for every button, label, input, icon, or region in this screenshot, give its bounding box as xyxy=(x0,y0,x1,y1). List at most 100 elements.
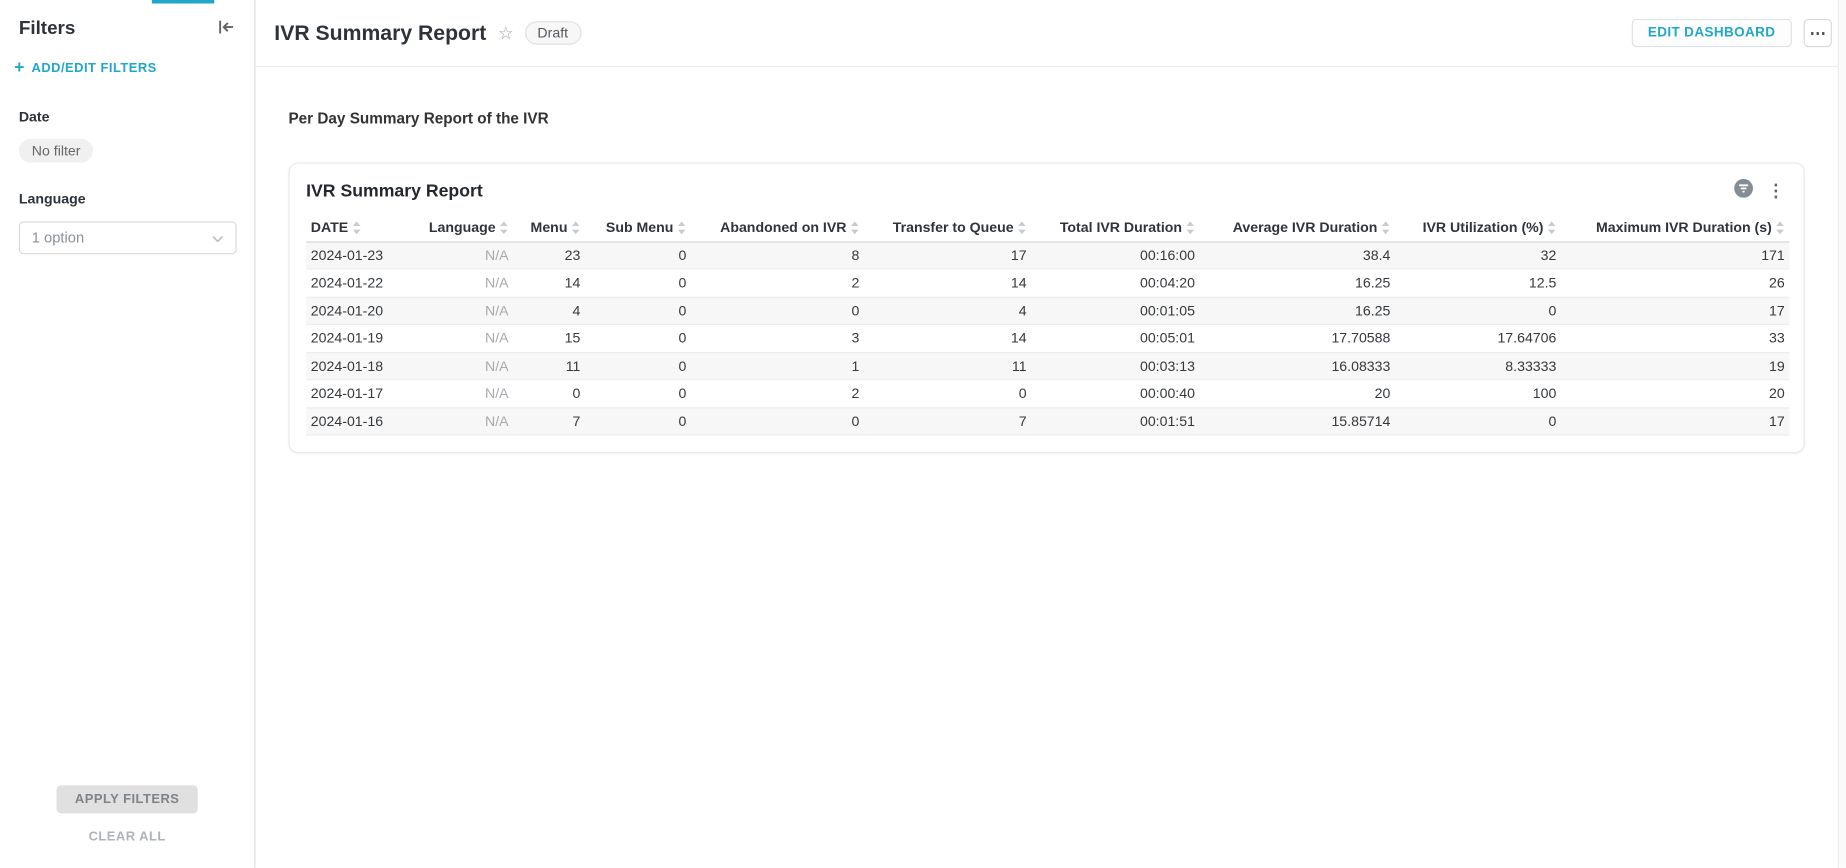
table-container: DATE Language Menu Sub Menu Abandoned on IVR… xyxy=(290,212,1804,452)
favorite-star-icon[interactable]: ☆ xyxy=(498,24,514,42)
sidebar-accent-bar xyxy=(152,0,214,4)
value-cell: 4 xyxy=(864,297,1031,325)
value-cell: N/A xyxy=(438,324,513,352)
chart-card-header: IVR Summary Report ⋮ xyxy=(290,164,1804,212)
column-header-sub-menu[interactable]: Sub Menu xyxy=(585,214,691,241)
value-cell: 0 xyxy=(1395,407,1561,435)
value-cell: 16.25 xyxy=(1200,269,1395,297)
date-cell: 2024-01-20 xyxy=(306,297,438,325)
sort-icon xyxy=(352,221,361,234)
sidebar-footer: APPLY FILTERS CLEAR ALL xyxy=(0,785,254,867)
value-cell: 32 xyxy=(1395,241,1561,269)
column-header-menu[interactable]: Menu xyxy=(513,214,585,241)
value-cell: N/A xyxy=(438,380,513,408)
edit-dashboard-button[interactable]: EDIT DASHBOARD xyxy=(1631,19,1792,47)
date-cell: 2024-01-19 xyxy=(306,324,438,352)
value-cell: N/A xyxy=(438,352,513,380)
applied-filters-indicator[interactable] xyxy=(1734,179,1753,204)
value-cell: 15.85714 xyxy=(1200,407,1395,435)
scrollbar-track[interactable] xyxy=(1838,0,1846,868)
table-row: 2024-01-20N/A400400:01:0516.25017 xyxy=(306,297,1789,325)
apply-filters-button[interactable]: APPLY FILTERS xyxy=(56,785,198,813)
column-label: Maximum IVR Duration (s) xyxy=(1596,219,1772,235)
value-cell: 14 xyxy=(864,269,1031,297)
language-select[interactable]: 1 option xyxy=(19,221,237,254)
value-cell: 100 xyxy=(1395,380,1561,408)
sort-icon xyxy=(1017,221,1026,234)
value-cell: 20 xyxy=(1200,380,1395,408)
chart-kebab-menu-button[interactable]: ⋮ xyxy=(1767,182,1785,200)
clear-all-button[interactable]: CLEAR ALL xyxy=(89,830,166,844)
sort-icon xyxy=(1186,221,1195,234)
filters-title: Filters xyxy=(19,18,214,39)
draft-status-badge: Draft xyxy=(524,21,581,45)
value-cell: 17 xyxy=(1561,407,1789,435)
column-header-ivr-utilization[interactable]: IVR Utilization (%) xyxy=(1395,214,1561,241)
column-header-total-ivr-duration[interactable]: Total IVR Duration xyxy=(1031,214,1199,241)
value-cell: 14 xyxy=(513,269,585,297)
value-cell: 38.4 xyxy=(1200,241,1395,269)
column-label: Menu xyxy=(531,219,568,235)
value-cell: 2 xyxy=(691,380,864,408)
more-options-button[interactable]: ⋯ xyxy=(1804,19,1832,47)
column-header-maximum-ivr-duration-s[interactable]: Maximum IVR Duration (s) xyxy=(1561,214,1789,241)
value-cell: 26 xyxy=(1561,269,1789,297)
value-cell: 171 xyxy=(1561,241,1789,269)
table-row: 2024-01-23N/A23081700:16:0038.432171 xyxy=(306,241,1789,269)
column-label: Sub Menu xyxy=(606,219,673,235)
language-select-value: 1 option xyxy=(32,230,212,246)
value-cell: 8 xyxy=(691,241,864,269)
date-filter-label: Date xyxy=(19,108,236,124)
value-cell: 0 xyxy=(585,297,691,325)
value-cell: 0 xyxy=(864,380,1031,408)
value-cell: 15 xyxy=(513,324,585,352)
value-cell: 4 xyxy=(513,297,585,325)
value-cell: 0 xyxy=(585,269,691,297)
column-header-abandoned-on-ivr[interactable]: Abandoned on IVR xyxy=(691,214,864,241)
dashboard-header: IVR Summary Report ☆ Draft EDIT DASHBOAR… xyxy=(255,0,1846,67)
value-cell: 00:01:51 xyxy=(1031,407,1199,435)
value-cell: 0 xyxy=(585,241,691,269)
sort-icon xyxy=(850,221,859,234)
chevron-down-icon xyxy=(212,227,224,248)
column-header-transfer-to-queue[interactable]: Transfer to Queue xyxy=(864,214,1031,241)
column-label: Language xyxy=(429,219,496,235)
value-cell: 7 xyxy=(513,407,585,435)
value-cell: 00:00:40 xyxy=(1031,380,1199,408)
add-edit-filters-button[interactable]: + ADD/EDIT FILTERS xyxy=(0,42,254,75)
column-header-average-ivr-duration[interactable]: Average IVR Duration xyxy=(1200,214,1395,241)
column-label: Transfer to Queue xyxy=(893,219,1014,235)
value-cell: 00:16:00 xyxy=(1031,241,1199,269)
collapse-sidebar-button[interactable] xyxy=(214,15,238,42)
date-filter-value-chip[interactable]: No filter xyxy=(19,139,94,163)
date-cell: 2024-01-16 xyxy=(306,407,438,435)
filters-sidebar: Filters + ADD/EDIT FILTERS Date No filte… xyxy=(0,0,255,868)
value-cell: 00:04:20 xyxy=(1031,269,1199,297)
value-cell: 0 xyxy=(513,380,585,408)
value-cell: N/A xyxy=(438,269,513,297)
value-cell: 17.70588 xyxy=(1200,324,1395,352)
value-cell: 23 xyxy=(513,241,585,269)
chart-card: IVR Summary Report ⋮ xyxy=(288,162,1804,453)
value-cell: N/A xyxy=(438,297,513,325)
table-row: 2024-01-18N/A11011100:03:1316.083338.333… xyxy=(306,352,1789,380)
value-cell: 16.08333 xyxy=(1200,352,1395,380)
language-filter-label: Language xyxy=(19,191,236,207)
main-area: IVR Summary Report ☆ Draft EDIT DASHBOAR… xyxy=(255,0,1846,868)
value-cell: 0 xyxy=(585,407,691,435)
date-cell: 2024-01-23 xyxy=(306,241,438,269)
column-label: DATE xyxy=(311,219,348,235)
column-header-language[interactable]: Language xyxy=(438,214,513,241)
value-cell: 17 xyxy=(864,241,1031,269)
table-row: 2024-01-16N/A700700:01:5115.85714017 xyxy=(306,407,1789,435)
value-cell: 17.64706 xyxy=(1395,324,1561,352)
value-cell: 33 xyxy=(1561,324,1789,352)
sort-icon xyxy=(1381,221,1390,234)
sort-icon xyxy=(677,221,686,234)
column-header-date[interactable]: DATE xyxy=(306,214,438,241)
value-cell: 20 xyxy=(1561,380,1789,408)
value-cell: 8.33333 xyxy=(1395,352,1561,380)
value-cell: 11 xyxy=(864,352,1031,380)
sort-icon xyxy=(1547,221,1556,234)
value-cell: 14 xyxy=(864,324,1031,352)
